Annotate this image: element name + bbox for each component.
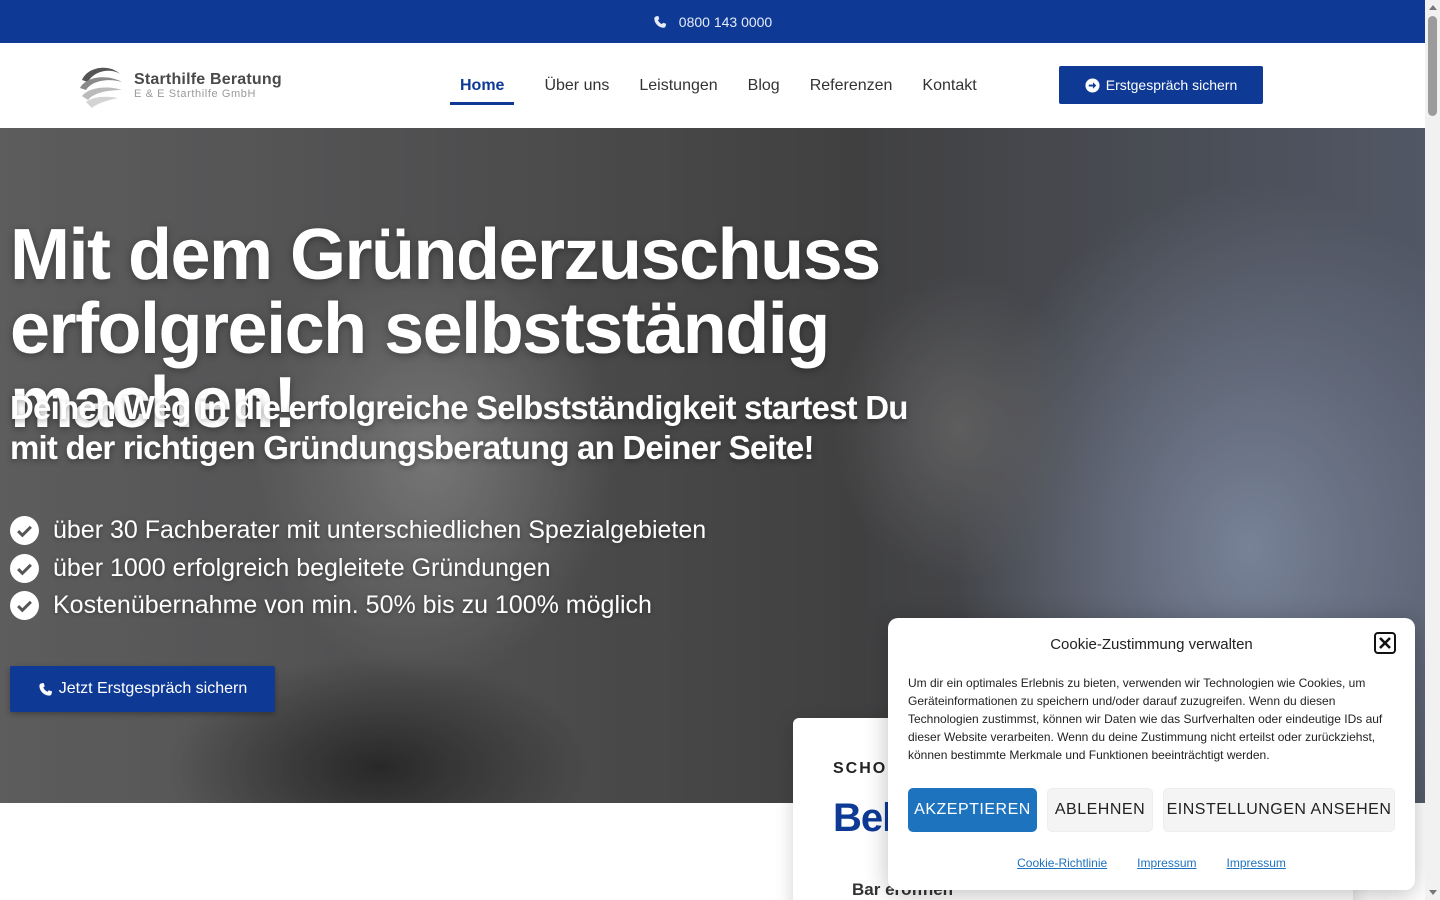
hero-cta-button[interactable]: Jetzt Erstgespräch sichern <box>10 666 275 712</box>
header-cta-label: Erstgespräch sichern <box>1105 77 1238 93</box>
close-icon <box>1379 637 1391 649</box>
top-bar: 0800 143 0000 <box>0 0 1425 43</box>
view-settings-button[interactable]: EINSTELLUNGEN ANSEHEN <box>1163 788 1395 832</box>
site-header: Starthilfe Beratung E & E Starthilfe Gmb… <box>0 43 1425 128</box>
nav-item-ueber-uns[interactable]: Über uns <box>544 69 609 103</box>
close-button[interactable] <box>1374 632 1396 654</box>
list-item: über 1000 erfolgreich begleitete Gründun… <box>10 550 706 588</box>
hero-subheadline: Deinen Weg in die erfolgreiche Selbststä… <box>10 389 908 466</box>
scrollbar-thumb[interactable] <box>1428 16 1437 116</box>
site-logo[interactable]: Starthilfe Beratung E & E Starthilfe Gmb… <box>76 60 282 110</box>
list-item: Kostenübernahme von min. 50% bis zu 100%… <box>10 587 706 625</box>
check-circle-icon <box>10 553 39 583</box>
scroll-up-arrow-icon[interactable] <box>1429 5 1437 10</box>
cookie-dialog-title: Cookie-Zustimmung verwalten <box>1050 636 1253 653</box>
bullet-text: Kostenübernahme von min. 50% bis zu 100%… <box>53 591 652 620</box>
arrow-circle-right-icon <box>1085 77 1100 93</box>
imprint-link[interactable]: Impressum <box>1137 856 1196 870</box>
phone-icon <box>39 682 52 696</box>
cookie-consent-dialog: Cookie-Zustimmung verwalten Um dir ein o… <box>888 618 1415 890</box>
check-circle-icon <box>10 591 39 621</box>
nav-item-blog[interactable]: Blog <box>748 69 780 103</box>
list-item: über 30 Fachberater mit unterschiedliche… <box>10 512 706 550</box>
nav-item-leistungen[interactable]: Leistungen <box>639 69 717 103</box>
hero-bullet-list: über 30 Fachberater mit unterschiedliche… <box>10 512 706 625</box>
bullet-text: über 30 Fachberater mit unterschiedliche… <box>53 516 707 545</box>
phone-icon <box>654 15 666 28</box>
header-cta-button[interactable]: Erstgespräch sichern <box>1059 66 1263 104</box>
logo-swoosh-icon <box>80 67 122 108</box>
bullet-text: über 1000 erfolgreich begleitete Gründun… <box>53 553 551 582</box>
deny-button[interactable]: ABLEHNEN <box>1047 788 1153 832</box>
brand-name: Starthilfe Beratung <box>134 70 282 88</box>
page-scrollbar[interactable] <box>1425 0 1440 900</box>
cookie-links: Cookie-Richtlinie Impressum Impressum <box>888 856 1415 870</box>
cookie-dialog-text: Um dir ein optimales Erlebnis zu bieten,… <box>908 676 1383 762</box>
main-nav: Home Über uns Leistungen Blog Referenzen… <box>450 43 1007 128</box>
nav-item-kontakt[interactable]: Kontakt <box>922 69 976 103</box>
topbar-phone-number[interactable]: 0800 143 0000 <box>679 14 772 30</box>
hero-cta-label: Jetzt Erstgespräch sichern <box>58 680 248 697</box>
imprint-link-2[interactable]: Impressum <box>1227 856 1286 870</box>
nav-item-referenzen[interactable]: Referenzen <box>810 69 893 103</box>
check-circle-icon <box>10 516 39 546</box>
nav-item-home[interactable]: Home <box>450 69 515 105</box>
brand-company: E & E Starthilfe GmbH <box>134 87 257 100</box>
cookie-policy-link[interactable]: Cookie-Richtlinie <box>1017 856 1107 870</box>
accept-button[interactable]: AKZEPTIEREN <box>908 788 1037 832</box>
scroll-down-arrow-icon[interactable] <box>1429 890 1437 895</box>
